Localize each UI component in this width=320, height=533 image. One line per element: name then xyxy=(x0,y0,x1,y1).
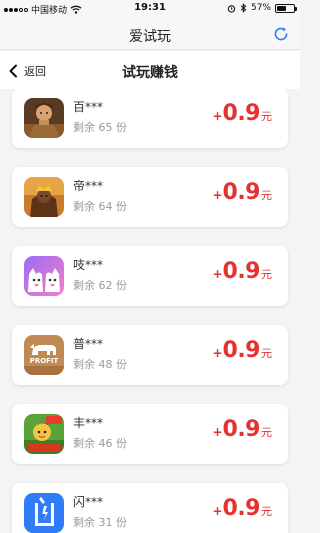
task-reward: + 0.9 元 xyxy=(212,496,272,521)
task-card[interactable]: PROFIT 普*** 剩余 48 份 + 0.9 元 xyxy=(12,325,288,385)
back-label: 返回 xyxy=(24,65,46,78)
reward-amount: 0.9 xyxy=(222,496,261,521)
task-name: 丰*** xyxy=(73,416,104,430)
farm-game-icon xyxy=(24,414,64,454)
cartoon-ghosts-icon xyxy=(24,256,64,296)
task-name: 闪*** xyxy=(73,495,104,509)
task-card[interactable]: 帝*** 剩余 64 份 + 0.9 元 xyxy=(12,167,288,227)
reward-plus: + xyxy=(212,188,223,202)
warrior-game-icon xyxy=(24,98,64,138)
bluetooth-icon xyxy=(240,3,247,13)
emperor-game-icon xyxy=(24,177,64,217)
reward-unit: 元 xyxy=(261,110,272,123)
app-header: 爱试玩 xyxy=(0,18,300,50)
reward-plus: + xyxy=(212,346,223,360)
reward-amount: 0.9 xyxy=(222,338,261,363)
reward-plus: + xyxy=(212,267,223,281)
reward-amount: 0.9 xyxy=(222,180,261,205)
reward-plus: + xyxy=(212,425,223,439)
task-reward: + 0.9 元 xyxy=(212,417,272,442)
alarm-icon xyxy=(227,4,236,13)
reward-unit: 元 xyxy=(261,426,272,439)
task-card[interactable]: 闪*** 剩余 31 份 + 0.9 元 xyxy=(12,483,288,533)
task-name: 吱*** xyxy=(73,258,104,272)
battery-icon xyxy=(275,3,297,13)
nav-bar: 返回 试玩赚钱 xyxy=(0,51,300,89)
task-remaining: 剩余 62 份 xyxy=(73,279,127,292)
reward-unit: 元 xyxy=(261,347,272,360)
reward-plus: + xyxy=(212,109,223,123)
profit-bull-icon: PROFIT xyxy=(24,335,64,375)
reward-plus: + xyxy=(212,504,223,518)
task-reward: + 0.9 元 xyxy=(212,259,272,284)
task-name: 百*** xyxy=(73,100,104,114)
reward-amount: 0.9 xyxy=(222,101,261,126)
task-reward: + 0.9 元 xyxy=(212,180,272,205)
task-remaining: 剩余 48 份 xyxy=(73,358,127,371)
task-remaining: 剩余 46 份 xyxy=(73,437,127,450)
battery-percent: 57% xyxy=(250,3,271,13)
task-remaining: 剩余 65 份 xyxy=(73,121,127,134)
status-right: 57% xyxy=(227,3,297,13)
task-card[interactable]: 百*** 剩余 65 份 + 0.9 元 xyxy=(12,89,288,148)
task-remaining: 剩余 64 份 xyxy=(73,200,127,213)
task-name: 帝*** xyxy=(73,179,104,193)
refresh-icon[interactable] xyxy=(272,25,290,43)
task-reward: + 0.9 元 xyxy=(212,101,272,126)
reward-unit: 元 xyxy=(261,505,272,518)
status-bar: 中国移动 19:31 57% xyxy=(0,0,300,18)
reward-amount: 0.9 xyxy=(222,417,261,442)
reward-unit: 元 xyxy=(261,268,272,281)
task-card[interactable]: 吱*** 剩余 62 份 + 0.9 元 xyxy=(12,246,288,306)
task-card[interactable]: 丰*** 剩余 46 份 + 0.9 元 xyxy=(12,404,288,464)
reward-amount: 0.9 xyxy=(222,259,261,284)
battery-fill xyxy=(277,5,286,11)
back-button[interactable]: 返回 xyxy=(8,61,46,81)
flash-logo-icon xyxy=(24,493,64,533)
reward-unit: 元 xyxy=(261,189,272,202)
task-name: 普*** xyxy=(73,337,104,351)
chevron-left-icon xyxy=(9,64,17,78)
task-remaining: 剩余 31 份 xyxy=(73,516,127,529)
task-list: 百*** 剩余 65 份 + 0.9 元 帝*** 剩余 64 份 + 0.9 … xyxy=(0,89,300,533)
app-title: 爱试玩 xyxy=(129,29,171,45)
profit-icon-text: PROFIT xyxy=(30,357,59,365)
task-reward: + 0.9 元 xyxy=(212,338,272,363)
